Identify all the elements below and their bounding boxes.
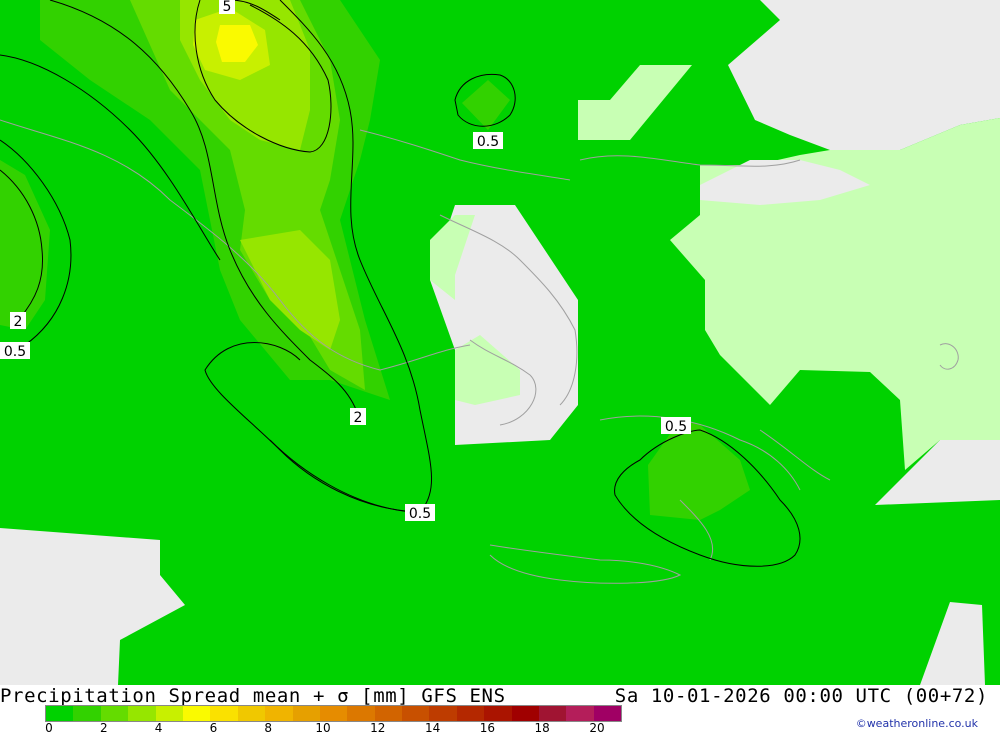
contour-label-2-west: 2 — [10, 312, 26, 330]
color-swatch-2 — [100, 706, 129, 721]
color-swatch-18 — [539, 706, 567, 721]
color-swatch-9 — [292, 706, 320, 721]
credit-link[interactable]: ©weatheronline.co.uk — [856, 717, 978, 730]
color-swatch-15 — [456, 706, 485, 721]
color-swatch-7 — [237, 706, 266, 721]
svg-text:0.5: 0.5 — [477, 134, 499, 150]
color-scale-bar — [45, 705, 623, 722]
contour-label-0-5-south: 0.5 — [405, 504, 435, 522]
color-swatch-3 — [128, 706, 156, 721]
contour-label-5-top: 5 — [219, 0, 235, 15]
svg-text:2: 2 — [14, 314, 23, 330]
color-swatch-20 — [593, 706, 622, 721]
svg-text:0.5: 0.5 — [409, 506, 431, 522]
color-swatch-1 — [73, 706, 101, 721]
contour-label-0-5-north: 0.5 — [473, 132, 503, 150]
color-swatch-10 — [319, 706, 348, 721]
color-swatch-14 — [429, 706, 457, 721]
precipitation-map: 5 0.5 2 0.5 2 0.5 0.5 — [0, 0, 1000, 685]
color-swatch-8 — [265, 706, 293, 721]
color-swatch-6 — [210, 706, 238, 721]
color-swatch-16 — [484, 706, 512, 721]
color-swatch-0 — [46, 706, 74, 721]
color-swatch-13 — [402, 706, 430, 721]
svg-text:2: 2 — [354, 410, 363, 426]
contour-label-2-center: 2 — [350, 408, 366, 426]
forecast-datetime: Sa 10-01-2026 00:00 UTC (00+72) — [614, 685, 988, 707]
color-swatch-5 — [182, 706, 211, 721]
svg-text:0.5: 0.5 — [665, 419, 687, 435]
color-swatch-19 — [566, 706, 594, 721]
map-title: Precipitation Spread mean + σ [mm] GFS E… — [0, 685, 506, 707]
svg-text:5: 5 — [223, 0, 232, 15]
color-swatch-11 — [347, 706, 375, 721]
svg-text:0.5: 0.5 — [4, 344, 26, 360]
color-swatch-12 — [374, 706, 403, 721]
color-swatch-4 — [155, 706, 183, 721]
color-swatch-17 — [511, 706, 540, 721]
contour-label-0-5-east: 0.5 — [661, 417, 691, 435]
contour-label-0-5-west: 0.5 — [0, 342, 30, 360]
map-footer: Precipitation Spread mean + σ [mm] GFS E… — [0, 685, 1000, 735]
map-canvas: 5 0.5 2 0.5 2 0.5 0.5 — [0, 0, 1000, 685]
